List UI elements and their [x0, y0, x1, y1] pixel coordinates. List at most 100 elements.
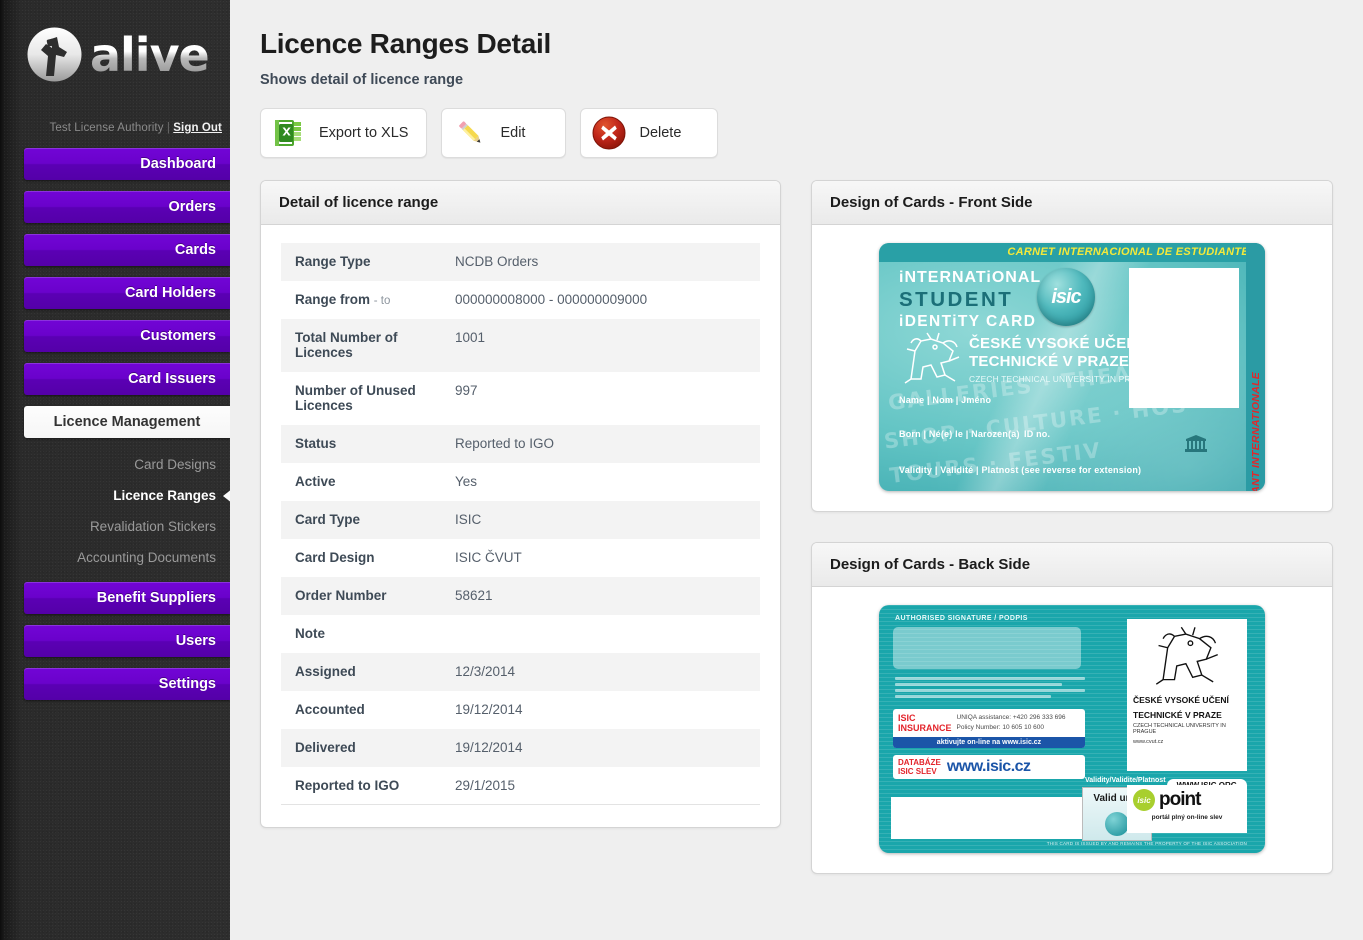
isic-point-tagline: portál plný on-line slev: [1133, 814, 1241, 821]
row-label: Active: [281, 463, 441, 501]
row-value: 997: [441, 372, 760, 425]
card-back-image: AUTHORISED SIGNATURE / PODPIS ISIC INSUR…: [812, 587, 1332, 873]
pencil-icon: [452, 115, 488, 151]
back-university-web: www.cvut.cz: [1133, 739, 1241, 745]
row-value: Yes: [441, 463, 760, 501]
back-university-line1: ČESKÉ VYSOKÉ UČENÍ: [1133, 695, 1241, 706]
unesco-icon: [1185, 435, 1207, 453]
insurance-title-2: INSURANCE: [898, 723, 952, 733]
excel-icon: [271, 115, 307, 151]
row-label-main: Range from: [295, 292, 370, 307]
sidebar-item-cards[interactable]: Cards: [24, 234, 230, 266]
app-root: alive Test License Authority | Sign Out …: [0, 0, 1363, 940]
table-row: Range Type NCDB Orders: [281, 243, 760, 281]
row-label: Assigned: [281, 653, 441, 691]
table-row: Assigned 12/3/2014: [281, 653, 760, 691]
account-bar: Test License Authority | Sign Out: [0, 122, 230, 134]
card-university-line2: TECHNICKÉ V PRAZE: [969, 353, 1155, 371]
table-row: Delivered 19/12/2014: [281, 729, 760, 767]
sidebar-item-card-holders[interactable]: Card Holders: [24, 277, 230, 309]
card-insurance-box: ISIC INSURANCE UNIQA assistance: +420 29…: [893, 709, 1085, 748]
card-back-university-box: ČESKÉ VYSOKÉ UČENÍ TECHNICKÉ V PRAZE CZE…: [1127, 619, 1247, 771]
table-row: Accounted 19/12/2014: [281, 691, 760, 729]
sidebar-item-licence-management[interactable]: Licence Management: [24, 406, 230, 438]
page-title: Licence Ranges Detail: [260, 28, 1333, 60]
row-value: 19/12/2014: [441, 729, 760, 767]
account-separator: |: [167, 122, 170, 134]
row-label: Range Type: [281, 243, 441, 281]
brand-name: alive: [90, 32, 209, 78]
submenu-item-licence-ranges-label: Licence Ranges: [113, 488, 216, 503]
card-field-id: ID no.: [1024, 429, 1050, 439]
database-title-2: ISIC SLEV: [898, 767, 941, 776]
table-row: Card Type ISIC: [281, 501, 760, 539]
card-signature-label: AUTHORISED SIGNATURE / PODPIS: [895, 615, 1028, 622]
sidebar-item-dashboard[interactable]: Dashboard: [24, 148, 230, 180]
card-front-image: GALLERIES · THEATRES · SHOP · CULTURE · …: [812, 225, 1332, 511]
isic-card-back: AUTHORISED SIGNATURE / PODPIS ISIC INSUR…: [879, 605, 1265, 853]
row-value: ISIC ČVUT: [441, 539, 760, 577]
table-row: Status Reported to IGO: [281, 425, 760, 463]
sidebar-item-settings[interactable]: Settings: [24, 668, 230, 700]
edit-button[interactable]: Edit: [441, 108, 566, 158]
delete-button[interactable]: Delete: [580, 108, 718, 158]
database-url: www.isic.cz: [947, 758, 1031, 776]
row-value: 19/12/2014: [441, 691, 760, 729]
isic-point-badge-icon: isic: [1133, 789, 1155, 811]
submenu-item-card-designs[interactable]: Card Designs: [24, 449, 230, 480]
sidebar-item-users[interactable]: Users: [24, 625, 230, 657]
row-label: Card Design: [281, 539, 441, 577]
table-row: Total Number of Licences 1001: [281, 319, 760, 372]
sidebar-item-benefit-suppliers[interactable]: Benefit Suppliers: [24, 582, 230, 614]
detail-table: Range Type NCDB Orders Range from - to 0…: [281, 243, 760, 805]
card-signature-box: [893, 627, 1081, 669]
row-label: Card Type: [281, 501, 441, 539]
card-university-english: CZECH TECHNICAL UNIVERSITY IN PRAGUE: [969, 374, 1155, 384]
card-title-line3: iDENTiTY CARD: [899, 313, 1041, 331]
row-value: 000000008000 - 000000009000: [441, 281, 760, 319]
table-row: Reported to IGO 29/1/2015: [281, 767, 760, 805]
edit-label: Edit: [500, 125, 525, 141]
row-value: [441, 615, 760, 653]
content-columns: Detail of licence range Range Type NCDB …: [260, 180, 1333, 874]
card-side-banner-text: CARTE D'ÉTUDIANT INTERNATIONALE: [1250, 372, 1262, 491]
export-to-xls-button[interactable]: Export to XLS: [260, 108, 427, 158]
brand-logo[interactable]: alive: [0, 0, 230, 118]
row-label: Total Number of Licences: [281, 319, 441, 372]
card-field-name: Name | Nom | Jméno: [899, 395, 991, 405]
submenu-item-revalidation-stickers[interactable]: Revalidation Stickers: [24, 511, 230, 542]
database-title-1: DATABÁZE: [898, 758, 941, 767]
alive-logo-icon: [26, 26, 83, 83]
table-row: Order Number 58621: [281, 577, 760, 615]
insurance-line-2: Policy Number: 10 605 10 600: [957, 723, 1066, 733]
left-column: Detail of licence range Range Type NCDB …: [260, 180, 781, 874]
isic-badge-text: isic: [1037, 268, 1095, 326]
sign-out-link[interactable]: Sign Out: [173, 122, 222, 134]
sidebar-item-customers[interactable]: Customers: [24, 320, 230, 352]
isic-badge-icon: isic: [1037, 268, 1095, 326]
sidebar-item-orders[interactable]: Orders: [24, 191, 230, 223]
table-row: Number of Unused Licences 997: [281, 372, 760, 425]
insurance-title-1: ISIC: [898, 713, 952, 723]
card-back-panel-title: Design of Cards - Back Side: [812, 543, 1332, 587]
card-back-blank-box: [891, 797, 1087, 839]
back-university-english: CZECH TECHNICAL UNIVERSITY IN PRAGUE: [1133, 723, 1241, 735]
sidebar-item-card-issuers[interactable]: Card Issuers: [24, 363, 230, 395]
card-photo-placeholder: [1129, 268, 1239, 408]
card-top-banner-text: CARNET INTERNACIONAL DE ESTUDIANTE: [1007, 246, 1249, 258]
card-back-bottom-fineprint: THIS CARD IS ISSUED BY AND REMAINS THE P…: [1047, 841, 1247, 846]
row-label-suffix: - to: [374, 295, 391, 307]
card-title-line1: iNTERNATiONAL: [899, 269, 1041, 287]
export-to-xls-label: Export to XLS: [319, 125, 408, 141]
czech-lion-icon: [901, 331, 963, 389]
table-row: Card Design ISIC ČVUT: [281, 539, 760, 577]
card-fineprint: [895, 677, 1085, 701]
card-back-panel: Design of Cards - Back Side AUTHORISED S…: [811, 542, 1333, 874]
card-title-line2: STUDENT: [899, 288, 1041, 312]
submenu-item-accounting-documents[interactable]: Accounting Documents: [24, 542, 230, 573]
detail-panel: Detail of licence range Range Type NCDB …: [260, 180, 781, 828]
submenu-item-licence-ranges[interactable]: Licence Ranges: [24, 480, 230, 511]
card-database-box: DATABÁZE ISIC SLEV www.isic.cz: [893, 755, 1085, 779]
licence-management-submenu: Card Designs Licence Ranges Revalidation…: [24, 449, 230, 573]
detail-panel-title: Detail of licence range: [261, 181, 780, 225]
